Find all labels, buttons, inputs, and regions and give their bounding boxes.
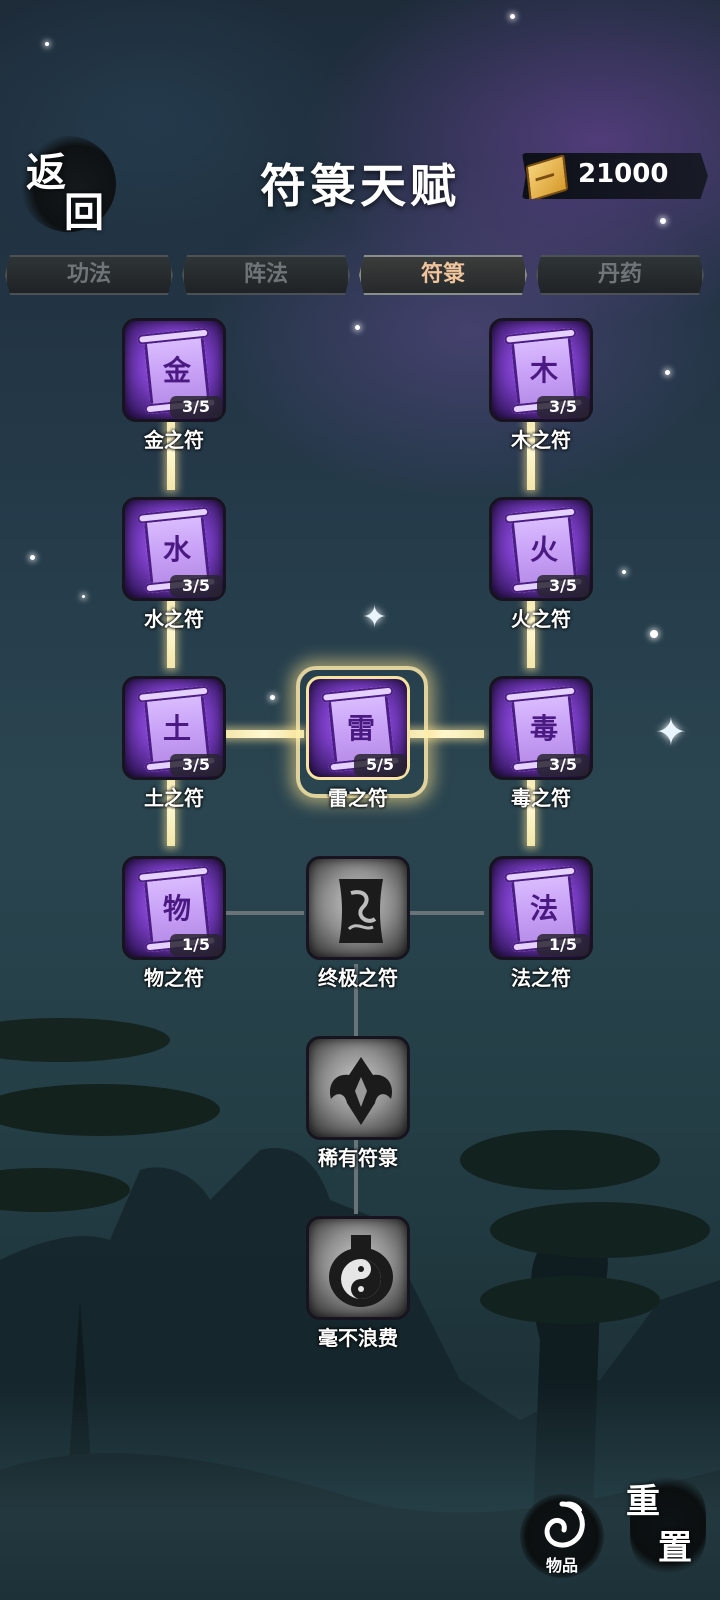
- talent-level: 3/5: [537, 396, 589, 418]
- swirl-icon: [544, 1501, 585, 1548]
- talent-wood[interactable]: 木 3/5 木之符: [489, 318, 593, 452]
- ticket-icon: [525, 154, 569, 199]
- talent-label: 毫不浪费: [318, 1326, 398, 1350]
- demon-mask-icon: [329, 1057, 393, 1125]
- talent-frame: [306, 856, 410, 960]
- talent-level: 3/5: [170, 575, 222, 597]
- talent-label: 毒之符: [511, 786, 571, 810]
- talent-metal[interactable]: 金 3/5 金之符: [122, 318, 226, 452]
- talent-level: 5/5: [354, 754, 406, 776]
- star: [82, 595, 85, 598]
- talent-label: 终极之符: [318, 966, 398, 990]
- talent-label: 法之符: [511, 966, 571, 990]
- talent-label: 水之符: [144, 607, 204, 631]
- tab-gongfa[interactable]: 功法: [5, 255, 173, 295]
- talent-label: 稀有符箓: [318, 1146, 398, 1170]
- dark-scroll-icon: [339, 879, 383, 943]
- talent-level: 3/5: [537, 575, 589, 597]
- star: [270, 695, 275, 700]
- currency-display: 21000: [522, 153, 708, 199]
- currency-value: 21000: [578, 159, 669, 189]
- talent-label: 雷之符: [328, 786, 388, 810]
- reset-char-1: 重: [626, 1482, 660, 1522]
- talent-nowaste[interactable]: 毫不浪费: [306, 1216, 410, 1350]
- talent-level: 3/5: [537, 754, 589, 776]
- talent-object[interactable]: 物 1/5 物之符: [122, 856, 226, 990]
- star: [660, 218, 666, 224]
- path-line-locked: [404, 911, 484, 915]
- talent-level: 1/5: [537, 934, 589, 956]
- star: [622, 570, 626, 574]
- talent-water[interactable]: 水 3/5 水之符: [122, 497, 226, 631]
- talent-thunder[interactable]: 雷 5/5 雷之符: [296, 666, 428, 810]
- talent-law[interactable]: 法 1/5 法之符: [489, 856, 593, 990]
- reset-button[interactable]: 重 置: [620, 1470, 710, 1580]
- star: [665, 370, 670, 375]
- yin-yang-icon: [329, 1235, 393, 1307]
- mist: [0, 1380, 720, 1600]
- star: [650, 630, 658, 638]
- path-line-locked: [224, 911, 304, 915]
- talent-level: 3/5: [170, 754, 222, 776]
- talent-level: 3/5: [170, 396, 222, 418]
- path-line: [224, 730, 304, 738]
- tab-fulu[interactable]: 符箓: [359, 255, 527, 295]
- talent-level: 1/5: [170, 934, 222, 956]
- talent-fire[interactable]: 火 3/5 火之符: [489, 497, 593, 631]
- items-button[interactable]: 物品: [520, 1494, 604, 1578]
- talent-frame: [306, 1036, 410, 1140]
- talent-label: 火之符: [511, 607, 571, 631]
- talent-label: 木之符: [511, 428, 571, 452]
- talent-poison[interactable]: 毒 3/5 毒之符: [489, 676, 593, 810]
- star: [30, 555, 35, 560]
- talent-label: 物之符: [144, 966, 204, 990]
- star: [45, 42, 49, 46]
- talent-label: 金之符: [144, 428, 204, 452]
- star: [510, 14, 515, 19]
- talent-rare[interactable]: 稀有符箓: [306, 1036, 410, 1170]
- star: [355, 325, 360, 330]
- talent-earth[interactable]: 土 3/5 土之符: [122, 676, 226, 810]
- talent-ultimate[interactable]: 终极之符: [306, 856, 410, 990]
- talent-frame: [306, 1216, 410, 1320]
- tab-bar: 功法 阵法 符箓 丹药: [5, 255, 715, 297]
- tab-danyao[interactable]: 丹药: [536, 255, 704, 295]
- reset-char-2: 置: [658, 1528, 692, 1568]
- items-label: 物品: [545, 1556, 578, 1575]
- tab-zhenfa[interactable]: 阵法: [182, 255, 350, 295]
- sparkle-icon: ✦: [362, 600, 388, 635]
- talent-label: 土之符: [144, 786, 204, 810]
- sparkle-icon: ✦: [655, 710, 687, 754]
